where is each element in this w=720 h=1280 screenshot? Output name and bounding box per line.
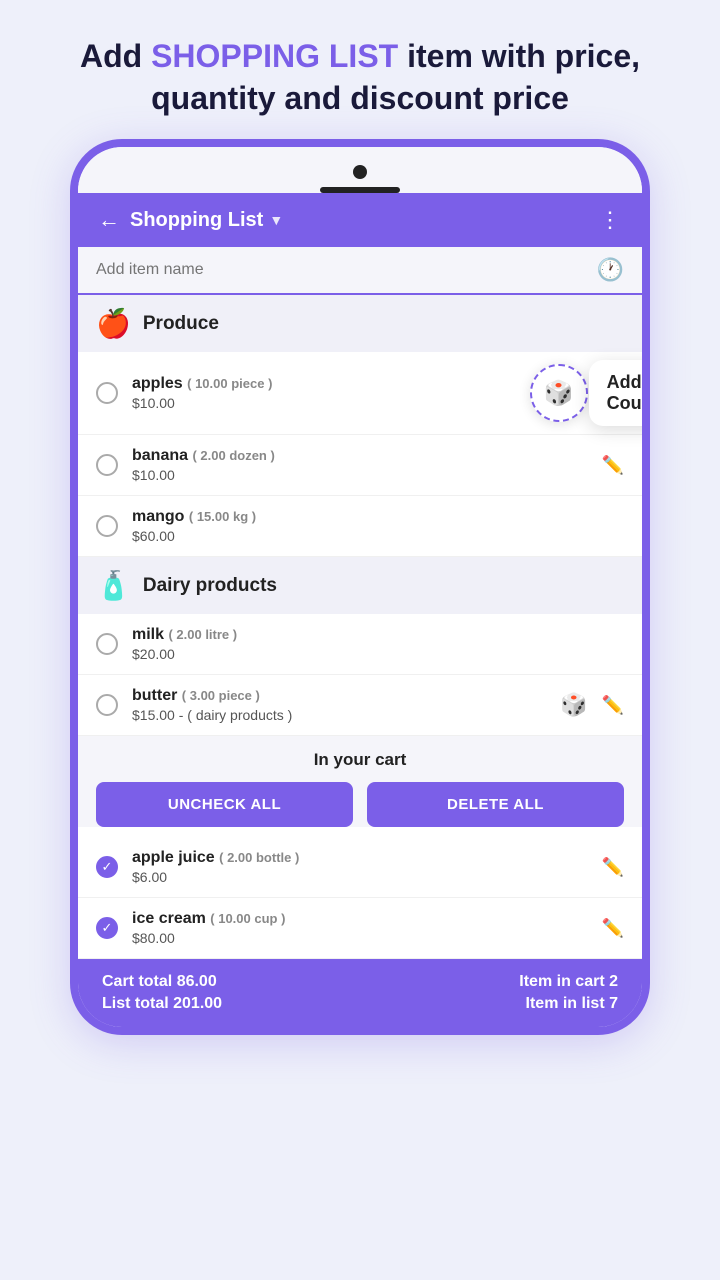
item-in-list-text: Item in list 7 (526, 995, 618, 1013)
ice-cream-meta: ( 10.00 cup ) (210, 911, 285, 926)
apple-juice-meta: ( 2.00 bottle ) (219, 850, 299, 865)
phone-camera (353, 165, 367, 179)
phone-top (78, 147, 642, 193)
offer-coupon-tooltip: Add OfferCoupon (589, 360, 650, 426)
dice-icon: 🎲 (544, 379, 574, 408)
item-in-cart-value: 2 (609, 973, 618, 990)
dairy-section-header: 🧴 Dairy products (78, 557, 642, 614)
apples-price: $10.00 (132, 395, 516, 411)
header-line2: quantity and discount price (151, 80, 569, 116)
butter-meta: ( 3.00 piece ) (182, 688, 260, 703)
apples-info: apples ( 10.00 piece ) $10.00 (132, 375, 516, 411)
banana-name: banana ( 2.00 dozen ) (132, 447, 588, 465)
uncheck-all-button[interactable]: UNCHECK ALL (96, 782, 353, 827)
mango-meta: ( 15.00 kg ) (189, 509, 256, 524)
list-total-value: 201.00 (173, 995, 222, 1012)
mango-price: $60.00 (132, 528, 624, 544)
item-in-cart-label: Item in cart (519, 973, 604, 990)
bottom-bar: Cart total 86.00 List total 201.00 Item … (78, 959, 642, 1027)
apple-juice-checkbox[interactable]: ✓ (96, 856, 118, 878)
ice-cream-checkbox[interactable]: ✓ (96, 917, 118, 939)
ice-cream-name: ice cream ( 10.00 cup ) (132, 910, 588, 928)
apples-checkbox[interactable] (96, 382, 118, 404)
coupon-button-apples[interactable]: 🎲 (530, 364, 588, 422)
list-item: mango ( 15.00 kg ) $60.00 (78, 496, 642, 557)
add-item-input[interactable] (96, 261, 597, 279)
dairy-title: Dairy products (143, 575, 277, 597)
list-total-label: List total (102, 995, 169, 1012)
app-bar: ← Shopping List ▼ ⋮ (78, 193, 642, 247)
produce-title: Produce (143, 313, 219, 335)
milk-name: milk ( 2.00 litre ) (132, 626, 624, 644)
delete-all-button[interactable]: DELETE ALL (367, 782, 624, 827)
cart-total-text: Cart total 86.00 (102, 973, 222, 991)
butter-info: butter ( 3.00 piece ) $15.00 - ( dairy p… (132, 687, 546, 723)
cart-section: In your cart UNCHECK ALL DELETE ALL (78, 736, 642, 827)
apples-meta: ( 10.00 piece ) (187, 376, 272, 391)
header-highlight: SHOPPING LIST (151, 38, 398, 74)
header-suffix: item with price, (398, 38, 640, 74)
cart-title: In your cart (96, 750, 624, 770)
cart-buttons: UNCHECK ALL DELETE ALL (96, 782, 624, 827)
item-in-list-label: Item in list (526, 995, 605, 1012)
item-in-list-value: 7 (609, 995, 618, 1012)
cart-total-value: 86.00 (177, 973, 217, 990)
produce-section-header: 🍎 Produce (78, 295, 642, 352)
item-in-cart-text: Item in cart 2 (519, 973, 618, 991)
apple-juice-price: $6.00 (132, 869, 588, 885)
back-button[interactable]: ← (98, 207, 120, 233)
app-title-text: Shopping List (130, 209, 263, 232)
phone-speaker (320, 187, 400, 193)
ice-cream-price: $80.00 (132, 930, 588, 946)
bottom-left: Cart total 86.00 List total 201.00 (102, 973, 222, 1013)
cart-total-label: Cart total (102, 973, 172, 990)
milk-price: $20.00 (132, 646, 624, 662)
apple-juice-info: apple juice ( 2.00 bottle ) $6.00 (132, 849, 588, 885)
cart-items: ✓ apple juice ( 2.00 bottle ) $6.00 ✏️ ✓… (78, 837, 642, 959)
list-item: apples ( 10.00 piece ) $10.00 🎲 Add Offe… (78, 352, 642, 435)
mango-checkbox[interactable] (96, 515, 118, 537)
dairy-icon: 🧴 (96, 569, 131, 602)
coupon-button-butter[interactable]: 🎲 (560, 692, 587, 718)
banana-info: banana ( 2.00 dozen ) $10.00 (132, 447, 588, 483)
bottom-right: Item in cart 2 Item in list 7 (519, 973, 618, 1013)
banana-price: $10.00 (132, 467, 588, 483)
mango-name: mango ( 15.00 kg ) (132, 508, 624, 526)
butter-price: $15.00 - ( dairy products ) (132, 707, 546, 723)
edit-apple-juice-icon[interactable]: ✏️ (602, 857, 624, 878)
list-total-text: List total 201.00 (102, 995, 222, 1013)
list-item: ✓ apple juice ( 2.00 bottle ) $6.00 ✏️ (78, 837, 642, 898)
history-icon[interactable]: 🕐 (597, 257, 624, 283)
title-chevron-icon[interactable]: ▼ (269, 212, 283, 228)
phone-frame: ← Shopping List ▼ ⋮ 🕐 🍎 Produce apples (… (70, 139, 650, 1035)
add-item-row: 🕐 (78, 247, 642, 295)
milk-meta: ( 2.00 litre ) (168, 627, 237, 642)
page-header: Add SHOPPING LIST item with price, quant… (0, 0, 720, 139)
milk-info: milk ( 2.00 litre ) $20.00 (132, 626, 624, 662)
apple-juice-name: apple juice ( 2.00 bottle ) (132, 849, 588, 867)
banana-checkbox[interactable] (96, 454, 118, 476)
mango-info: mango ( 15.00 kg ) $60.00 (132, 508, 624, 544)
apples-name: apples ( 10.00 piece ) (132, 375, 516, 393)
butter-checkbox[interactable] (96, 694, 118, 716)
edit-ice-cream-icon[interactable]: ✏️ (602, 918, 624, 939)
produce-icon: 🍎 (96, 307, 131, 340)
content-area: 🍎 Produce apples ( 10.00 piece ) $10.00 … (78, 295, 642, 959)
list-item: banana ( 2.00 dozen ) $10.00 ✏️ (78, 435, 642, 496)
banana-meta: ( 2.00 dozen ) (192, 448, 274, 463)
list-item: ✓ ice cream ( 10.00 cup ) $80.00 ✏️ (78, 898, 642, 959)
header-prefix: Add (80, 38, 151, 74)
butter-name: butter ( 3.00 piece ) (132, 687, 546, 705)
list-item: butter ( 3.00 piece ) $15.00 - ( dairy p… (78, 675, 642, 736)
milk-checkbox[interactable] (96, 633, 118, 655)
app-title: Shopping List ▼ (130, 209, 589, 232)
edit-butter-icon[interactable]: ✏️ (602, 695, 624, 716)
edit-banana-icon[interactable]: ✏️ (602, 455, 624, 476)
more-menu-button[interactable]: ⋮ (599, 207, 622, 233)
list-item: milk ( 2.00 litre ) $20.00 (78, 614, 642, 675)
ice-cream-info: ice cream ( 10.00 cup ) $80.00 (132, 910, 588, 946)
